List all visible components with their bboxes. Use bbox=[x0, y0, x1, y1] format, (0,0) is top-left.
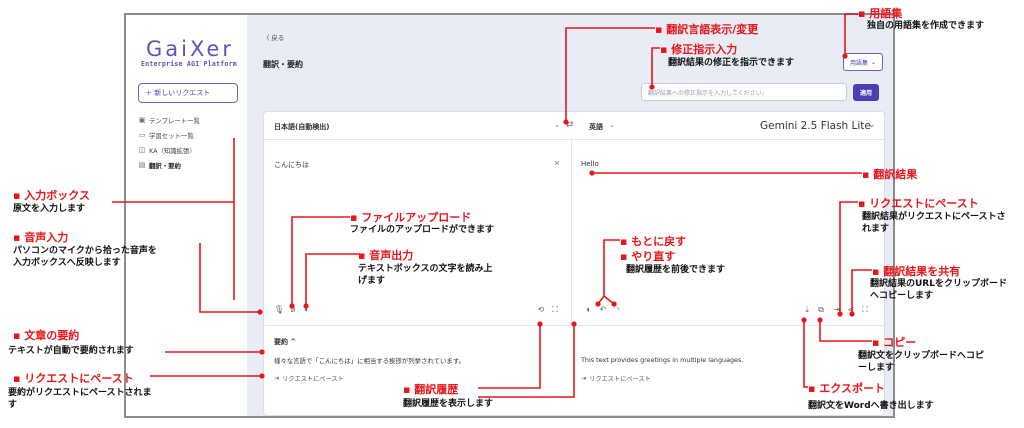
expand-icon[interactable]: ⛶ bbox=[550, 305, 560, 315]
back-link[interactable]: 〈 戻る bbox=[263, 33, 284, 42]
annotation-voice-out-desc: テキストボックスの文字を読み上げます bbox=[358, 264, 493, 286]
annotation-paste-right-title: ▪ リクエストにペースト bbox=[858, 197, 979, 210]
annotation-paste-right-desc: 翻訳結果がリクエストにペーストされます bbox=[862, 212, 1006, 234]
annotation-voice-out-title: ▪ 音声出力 bbox=[358, 249, 414, 262]
expand-icon[interactable]: ⛶ bbox=[860, 305, 870, 315]
sidebar-item-translate[interactable]: ▤ 翻訳・要約 bbox=[138, 160, 238, 170]
copy-icon[interactable]: ⧉ bbox=[816, 305, 826, 315]
sidebar-item-label: 学習セット一覧 bbox=[149, 131, 194, 140]
fix-instruction-placeholder: 翻訳結果への修正指示を入力してください。 bbox=[648, 89, 768, 97]
paste-request-label: リクエストにペースト bbox=[282, 376, 344, 383]
paste-request-right[interactable]: ⇥ リクエストにペースト bbox=[581, 374, 651, 383]
chevron-down-icon: ⌄ bbox=[870, 58, 877, 66]
new-request-label: ＋ 新しいリクエスト bbox=[145, 89, 211, 97]
language-row: 日本語(自動検出) ⌄ ⇄ 英語 ⌄ Gemini 2.5 Flash Lite… bbox=[264, 112, 884, 140]
summary-label[interactable]: 要約 ^ bbox=[274, 337, 296, 347]
history-icon[interactable]: ⟲ bbox=[536, 305, 546, 314]
paste-request-icon: ⇥ bbox=[274, 375, 280, 382]
annotation-share-title: ▪ 翻訳結果を共有 bbox=[872, 265, 961, 278]
new-request-button[interactable]: ＋ 新しいリクエスト bbox=[138, 83, 238, 103]
chevron-down-icon[interactable]: ⌄ bbox=[554, 121, 560, 129]
translate-icon: ▤ bbox=[138, 161, 146, 169]
model-selector[interactable]: Gemini 2.5 Flash Lite bbox=[760, 120, 871, 132]
attachment-icon[interactable]: ⌀ bbox=[288, 305, 298, 314]
template-icon: ▣ bbox=[138, 116, 146, 124]
speaker-icon[interactable]: 🔈︎ bbox=[302, 305, 312, 315]
annotation-history-title: ▪ 翻訳履歴 bbox=[403, 383, 459, 396]
annotation-history-desc: 翻訳履歴を表示します bbox=[403, 399, 494, 409]
sidebar-item-label: KA（知識拡張） bbox=[149, 146, 196, 155]
glossary-label: 用語集 bbox=[849, 59, 868, 67]
source-language[interactable]: 日本語(自動検出) bbox=[274, 122, 329, 132]
clear-icon[interactable]: × bbox=[552, 159, 562, 167]
summary-label-text: 要約 bbox=[274, 338, 288, 346]
divider bbox=[571, 140, 572, 325]
target-language[interactable]: 英語 bbox=[589, 122, 603, 132]
chevron-down-icon[interactable]: ⌄ bbox=[609, 121, 615, 129]
logo: GaiXer bbox=[146, 37, 234, 61]
logo-subtitle: Enterprise AGI Platform bbox=[141, 60, 237, 68]
annotation-result-title: ▪ 翻訳結果 bbox=[862, 168, 918, 181]
annotation-voice-in-title: ▪ 音声入力 bbox=[13, 231, 69, 244]
swap-icon[interactable]: ⇄ bbox=[566, 120, 574, 130]
share-icon[interactable]: ⋖ bbox=[846, 305, 856, 314]
annotation-upload-desc: ファイルのアップロードができます bbox=[350, 225, 495, 235]
glossary-button[interactable]: 用語集 ⌄ bbox=[843, 53, 883, 71]
chevron-down-icon[interactable]: ⌄ bbox=[868, 120, 876, 130]
annotation-summary-desc: テキストが自動で要約されます bbox=[8, 346, 134, 356]
undo-icon[interactable]: ↶ bbox=[598, 305, 608, 314]
redo-icon[interactable]: ↷ bbox=[612, 305, 622, 314]
annotation-glossary-title: ▪ 用語集 bbox=[858, 7, 903, 20]
export-icon[interactable]: ⤓ bbox=[802, 305, 812, 315]
main-area: 〈 戻る 翻訳・要約 用語集 ⌄ 翻訳結果への修正指示を入力してください。 適用… bbox=[247, 15, 893, 416]
annotation-fix-desc: 翻訳結果の修正を指示できます bbox=[668, 58, 795, 68]
paste-request-left[interactable]: ⇥ リクエストにペースト bbox=[274, 374, 344, 383]
annotation-summary-title: ▪ 文章の要約 bbox=[13, 329, 80, 342]
annotation-input-desc: 原文を入力します bbox=[13, 204, 86, 214]
output-text: Hello bbox=[581, 160, 599, 168]
sidebar-item-knowledge[interactable]: ◫ KA（知識拡張） bbox=[138, 145, 238, 155]
sidebar-item-label: テンプレート一覧 bbox=[149, 116, 200, 125]
sidebar-item-label: 翻訳・要約 bbox=[149, 161, 181, 170]
annotation-upload-title: ▪ ファイルアップロード bbox=[350, 211, 472, 224]
annotation-export-desc: 翻訳文をWordへ書き出します bbox=[808, 401, 934, 411]
microphone-icon[interactable]: 🎙︎ bbox=[274, 305, 284, 314]
annotation-input-title: ▪ 入力ボックス bbox=[13, 189, 90, 202]
translation-panel: 日本語(自動検出) ⌄ ⇄ 英語 ⌄ Gemini 2.5 Flash Lite… bbox=[263, 111, 885, 416]
sidebar: GaiXer Enterprise AGI Platform ＋ 新しいリクエス… bbox=[126, 15, 247, 416]
annotation-fix-title: ▪ 修正指示入力 bbox=[660, 43, 738, 56]
sidebar-item-templates[interactable]: ▣ テンプレート一覧 bbox=[138, 115, 238, 125]
annotation-paste-left-title: ▪ リクエストにペースト bbox=[13, 372, 134, 385]
paste-request-icon: ⇥ bbox=[581, 375, 587, 382]
divider bbox=[264, 325, 884, 326]
annotation-paste-left-desc: 要約がリクエストにペーストされます bbox=[8, 388, 152, 410]
paste-request-label: リクエストにペースト bbox=[589, 376, 651, 383]
annotation-glossary-desc: 独自の用語集を作成できます bbox=[867, 21, 985, 31]
knowledge-icon: ◫ bbox=[138, 146, 146, 154]
dataset-icon: ▭ bbox=[138, 131, 146, 139]
sidebar-item-datasets[interactable]: ▭ 学習セット一覧 bbox=[138, 130, 238, 140]
annotation-share-desc: 翻訳結果のURLをクリップボードへコピーします bbox=[870, 279, 1007, 301]
annotation-export-title: ▪ エクスポート bbox=[808, 382, 885, 395]
annotation-voice-in-desc: パソコンのマイクから拾った音声を入力ボックスへ反映します bbox=[13, 246, 157, 268]
annotation-redo-title: ▪ やり直す bbox=[620, 250, 676, 263]
fix-instruction-input[interactable]: 翻訳結果への修正指示を入力してください。 bbox=[641, 83, 847, 101]
page-title: 翻訳・要約 bbox=[263, 60, 303, 69]
speaker-icon[interactable]: 🔈︎ bbox=[584, 305, 594, 315]
apply-button[interactable]: 適用 bbox=[853, 84, 879, 101]
app-window: GaiXer Enterprise AGI Platform ＋ 新しいリクエス… bbox=[124, 13, 895, 418]
annotation-undo-title: ▪ もとに戻す bbox=[620, 235, 687, 248]
annotation-copy-desc: 翻訳文をクリップボードへコピーします bbox=[858, 351, 985, 373]
summary-target: This text provides greetings in multiple… bbox=[581, 356, 744, 364]
paste-request-icon[interactable]: ⇥ bbox=[832, 305, 842, 314]
annotation-redo-desc: 翻訳履歴を前後できます bbox=[626, 265, 726, 275]
annotation-lang-title: ▪ 翻訳言語表示/変更 bbox=[655, 23, 759, 36]
input-box[interactable]: こんにちは bbox=[274, 160, 309, 170]
annotation-copy-title: ▪ コピー bbox=[872, 336, 917, 349]
summary-source: 様々な言語で「こんにちは」に相当する挨拶が列挙されています。 bbox=[274, 357, 465, 365]
